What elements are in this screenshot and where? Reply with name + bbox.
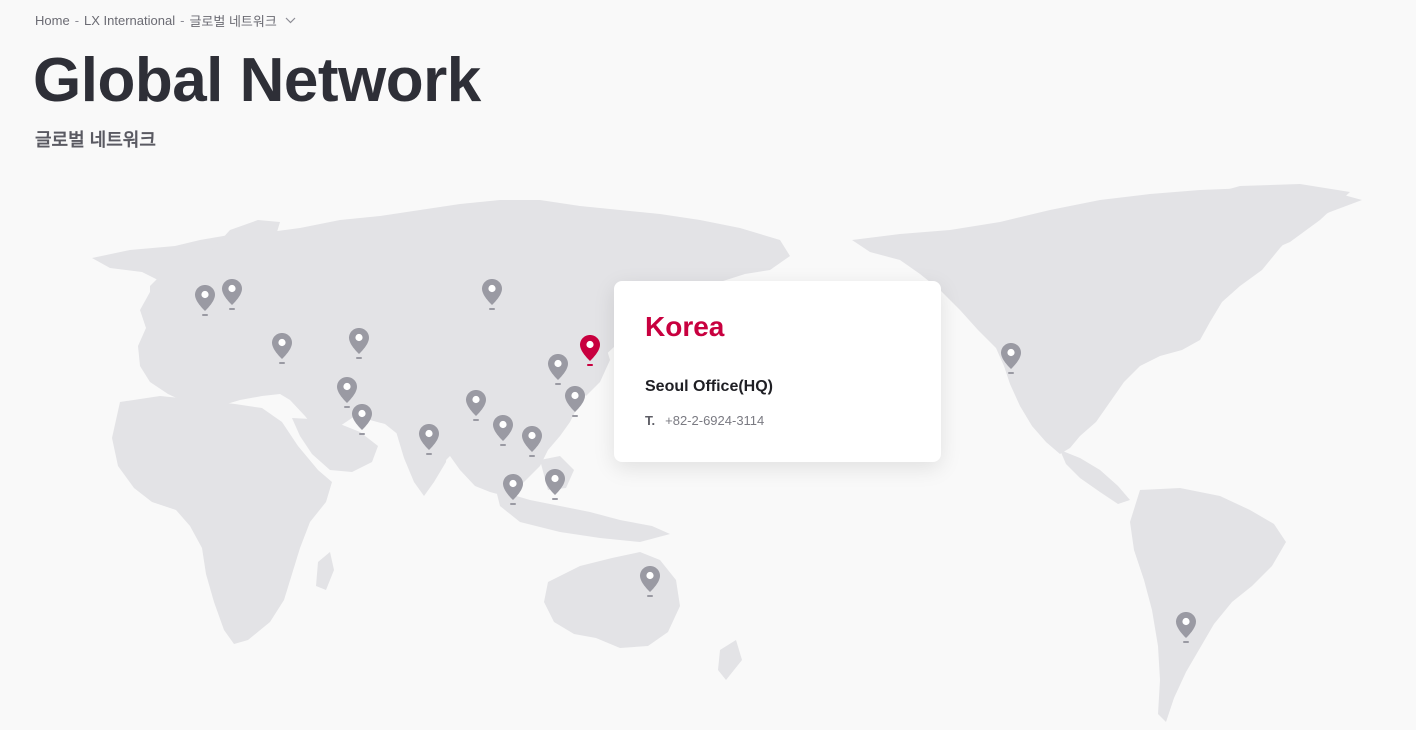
location-pin-icon [482, 279, 502, 310]
chevron-down-icon [285, 17, 296, 24]
location-pin-icon [545, 469, 565, 500]
location-pin-icon [548, 354, 568, 385]
location-pin-icon [493, 415, 513, 446]
map-pin-south-america[interactable] [1174, 610, 1198, 646]
location-pin-icon [640, 566, 660, 597]
map-pin-usa[interactable] [999, 341, 1023, 377]
location-pin-active-icon [580, 335, 600, 366]
location-pin-icon [419, 424, 439, 455]
page-subtitle: 글로벌 네트워크 [35, 130, 156, 150]
map-pin-vietnam-1[interactable] [491, 413, 515, 449]
map-pin-india[interactable] [417, 422, 441, 458]
map-pin-europe-west[interactable] [193, 283, 217, 319]
location-pin-icon [352, 404, 372, 435]
map-pin-malaysia[interactable] [501, 472, 525, 508]
map-pin-australia[interactable] [638, 564, 662, 600]
map-pin-china-north[interactable] [546, 352, 570, 388]
map-pin-central-asia[interactable] [347, 326, 371, 362]
card-phone-label: T. [645, 413, 656, 428]
breadcrumb-separator: - [180, 13, 185, 28]
map-pin-russia[interactable] [480, 277, 504, 313]
breadcrumb-current-label: 글로벌 네트워크 [189, 14, 277, 29]
map-pin-turkey[interactable] [270, 331, 294, 367]
map-pin-middle-east-2[interactable] [350, 402, 374, 438]
location-pin-icon [503, 474, 523, 505]
location-pin-icon [1001, 343, 1021, 374]
location-pin-icon [565, 386, 585, 417]
breadcrumb-home[interactable]: Home [35, 13, 70, 28]
location-pin-icon [522, 426, 542, 457]
office-info-card: Korea Seoul Office(HQ) T. +82-2-6924-311… [614, 281, 941, 462]
location-pin-icon [1176, 612, 1196, 643]
card-phone-number[interactable]: +82-2-6924-3114 [665, 413, 764, 428]
location-pin-icon [272, 333, 292, 364]
location-pin-icon [195, 285, 215, 316]
map-pin-indonesia[interactable] [543, 467, 567, 503]
page-title: Global Network [33, 46, 481, 115]
breadcrumb-lx-international[interactable]: LX International [84, 13, 175, 28]
map-pin-myanmar[interactable] [464, 388, 488, 424]
location-pin-icon [222, 279, 242, 310]
map-pin-europe-north[interactable] [220, 277, 244, 313]
location-pin-icon [466, 390, 486, 421]
card-phone: T. +82-2-6924-3114 [645, 413, 764, 428]
location-pin-icon [349, 328, 369, 359]
breadcrumb-separator: - [74, 13, 80, 28]
map-pin-vietnam-2[interactable] [520, 424, 544, 460]
breadcrumb-current-dropdown[interactable]: 글로벌 네트워크 [189, 11, 296, 30]
card-office-name: Seoul Office(HQ) [645, 378, 774, 395]
breadcrumb: Home - LX International - 글로벌 네트워크 [35, 11, 296, 30]
map-pin-china-south[interactable] [563, 384, 587, 420]
map-pin-korea-active[interactable] [578, 333, 602, 369]
card-country-name: Korea [645, 311, 725, 342]
